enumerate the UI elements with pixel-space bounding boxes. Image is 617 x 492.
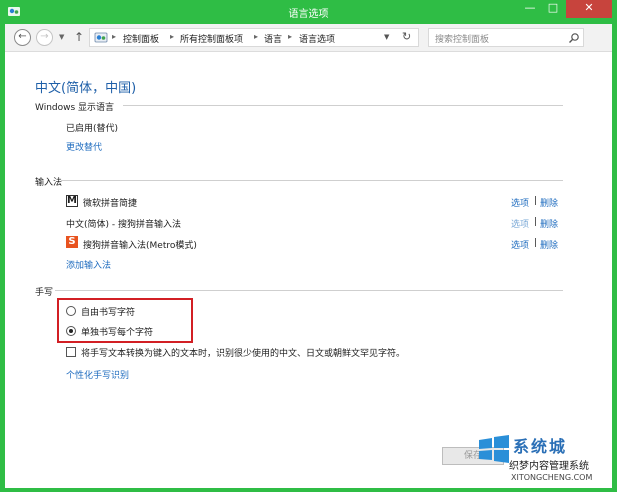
watermark-title: 系统城 bbox=[513, 437, 568, 456]
breadcrumb-separator-icon[interactable]: ▸ bbox=[112, 32, 116, 41]
minimize-button[interactable]: — bbox=[520, 0, 540, 18]
input-method-remove-link[interactable]: 删除 bbox=[540, 238, 558, 251]
sogou-icon: S bbox=[66, 236, 78, 248]
up-arrow-icon[interactable]: ↑ bbox=[74, 30, 84, 44]
input-method-name: 微软拼音简捷 bbox=[83, 199, 138, 209]
microsoft-pinyin-icon: M bbox=[66, 195, 78, 207]
back-button[interactable]: ← bbox=[14, 29, 31, 46]
input-method-name: 中文(简体) - 搜狗拼音输入法 bbox=[66, 220, 181, 230]
search-icon[interactable] bbox=[568, 32, 580, 44]
navigation-bar: ← → ▼ ↑ ▸ 控制面板 ▸ 所有控制面板项 ▸ 语言 ▸ 语言选项 ▼ ↻… bbox=[5, 24, 612, 52]
input-method-options-link[interactable]: 选项 bbox=[511, 217, 529, 230]
display-language-status: 已启用(替代) bbox=[66, 124, 119, 134]
windows-logo-icon bbox=[479, 435, 509, 463]
input-method-remove-link[interactable]: 删除 bbox=[540, 217, 558, 230]
address-dropdown-icon[interactable]: ▼ bbox=[384, 33, 389, 41]
section-divider bbox=[55, 290, 563, 291]
section-divider bbox=[123, 105, 563, 106]
address-field[interactable]: ▸ 控制面板 ▸ 所有控制面板项 ▸ 语言 ▸ 语言选项 ▼ ↻ bbox=[89, 28, 419, 47]
input-method-name: 搜狗拼音输入法(Metro模式) bbox=[83, 241, 197, 251]
close-button[interactable]: ✕ bbox=[566, 0, 612, 18]
control-panel-icon bbox=[94, 32, 108, 43]
watermark-subtitle: 织梦内容管理系统 bbox=[509, 457, 589, 472]
add-input-method-link[interactable]: 添加输入法 bbox=[66, 258, 111, 271]
rare-characters-checkbox[interactable] bbox=[66, 347, 76, 357]
section-divider bbox=[61, 180, 563, 181]
search-input[interactable]: 搜索控制面板 bbox=[435, 32, 489, 45]
window-content: ← → ▼ ↑ ▸ 控制面板 ▸ 所有控制面板项 ▸ 语言 ▸ 语言选项 ▼ ↻… bbox=[5, 24, 612, 488]
breadcrumb-control-panel[interactable]: 控制面板 bbox=[123, 32, 159, 45]
forward-button[interactable]: → bbox=[36, 29, 53, 46]
rare-characters-label[interactable]: 将手写文本转换为键入的文本时，识别很少使用的中文、日文或朝鲜文罕见字符。 bbox=[81, 346, 405, 359]
input-method-heading: 输入法 bbox=[35, 178, 63, 188]
recent-locations-chevron-icon[interactable]: ▼ bbox=[59, 33, 64, 41]
breadcrumb-language[interactable]: 语言 bbox=[264, 32, 282, 45]
watermark-logo: 系统城 织梦内容管理系统 XITONGCHENG.COM bbox=[473, 430, 612, 488]
input-method-options-link[interactable]: 选项 bbox=[511, 238, 529, 251]
link-separator: | bbox=[534, 238, 538, 248]
breadcrumb-separator-icon[interactable]: ▸ bbox=[254, 32, 258, 41]
breadcrumb-separator-icon[interactable]: ▸ bbox=[170, 32, 174, 41]
link-separator: | bbox=[534, 196, 538, 206]
maximize-button[interactable]: □ bbox=[543, 0, 563, 18]
link-separator: | bbox=[534, 217, 538, 227]
input-method-options-link[interactable]: 选项 bbox=[511, 196, 529, 209]
change-override-link[interactable]: 更改替代 bbox=[66, 140, 102, 153]
handwriting-heading: 手写 bbox=[35, 288, 54, 298]
breadcrumb-language-options[interactable]: 语言选项 bbox=[299, 32, 335, 45]
input-method-remove-link[interactable]: 删除 bbox=[540, 196, 558, 209]
title-bar[interactable]: 语言选项 — □ ✕ bbox=[0, 0, 617, 24]
highlight-box bbox=[57, 298, 193, 343]
search-box[interactable]: 搜索控制面板 bbox=[428, 28, 584, 47]
page-title: 中文(简体，中国) bbox=[35, 81, 137, 96]
breadcrumb-all-items[interactable]: 所有控制面板项 bbox=[180, 32, 243, 45]
display-language-heading: Windows 显示语言 bbox=[35, 103, 115, 113]
breadcrumb-separator-icon[interactable]: ▸ bbox=[288, 32, 292, 41]
watermark-url: XITONGCHENG.COM bbox=[511, 473, 593, 482]
personalize-handwriting-link[interactable]: 个性化手写识别 bbox=[66, 368, 129, 381]
refresh-icon[interactable]: ↻ bbox=[402, 30, 411, 43]
